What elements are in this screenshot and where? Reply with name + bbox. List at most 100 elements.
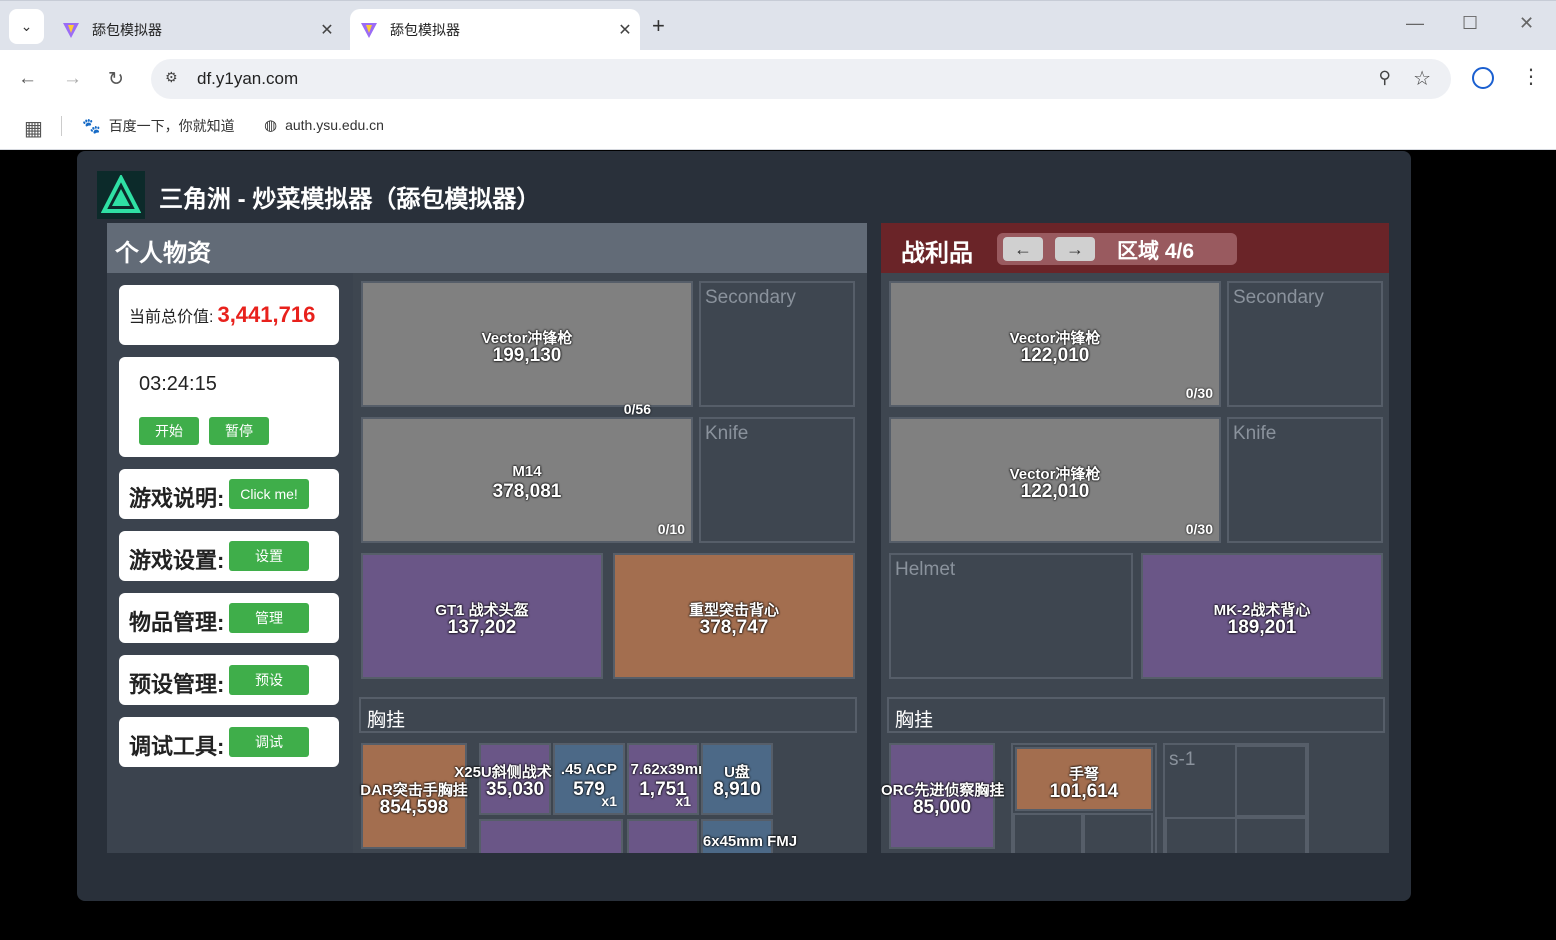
personal-inventory-panel: 个人物资 当前总价值: 3,441,716 03:24:15 开始 暂停 游戏说… <box>107 223 867 853</box>
pause-button[interactable]: 暂停 <box>209 417 269 445</box>
window-close-icon[interactable]: ✕ <box>1519 13 1534 34</box>
site-info-icon[interactable]: ⚙ <box>165 69 178 86</box>
menu-dots-icon[interactable]: ⋮ <box>1521 64 1541 89</box>
close-icon[interactable]: ✕ <box>312 20 342 40</box>
func-label: 调试工具: <box>129 734 225 759</box>
secondary-slot[interactable]: Secondary <box>1227 281 1383 407</box>
grid-cell[interactable] <box>1235 745 1307 817</box>
bookmark-baidu[interactable]: 🐾 百度一下，你就知道 <box>82 116 235 136</box>
start-button[interactable]: 开始 <box>139 417 199 445</box>
panel-header: 战利品 ← → 区域 4/6 <box>881 223 1389 273</box>
primary-weapon-2-slot[interactable]: Vector冲锋枪 122,010 0/30 <box>889 417 1221 543</box>
preset-manage-card: 预设管理: 预设 <box>119 655 339 705</box>
helmet-slot[interactable]: GT1 战术头盔 137,202 <box>361 553 603 679</box>
new-tab-button[interactable]: + <box>652 13 665 39</box>
knife-slot[interactable]: Knife <box>1227 417 1383 543</box>
app-container: 三角洲 - 炒菜模拟器（舔包模拟器） 个人物资 当前总价值: 3,441,716… <box>77 151 1411 901</box>
tab-title: 舔包模拟器 <box>92 22 162 38</box>
bookmark-auth[interactable]: ◍ auth.ysu.edu.cn <box>264 116 384 134</box>
slot-placeholder: Knife <box>1233 423 1277 444</box>
container-s-1: s-1 <box>1163 743 1309 853</box>
preset-button[interactable]: 预设 <box>229 665 309 695</box>
game-help-card: 游戏说明: Click me! <box>119 469 339 519</box>
forward-arrow-icon[interactable]: → <box>63 68 82 90</box>
equipment-grid: Vector冲锋枪 199,130 0/56 Secondary M14 378… <box>353 273 867 853</box>
slot-placeholder: Helmet <box>895 559 956 580</box>
back-arrow-icon[interactable]: ← <box>18 68 37 90</box>
grid-cell[interactable] <box>1235 817 1307 853</box>
inventory-item[interactable]: U盘 8,910 <box>701 743 773 815</box>
settings-button[interactable]: 设置 <box>229 541 309 571</box>
triangle-logo-icon <box>101 175 141 213</box>
close-icon[interactable]: ✕ <box>610 20 640 40</box>
helmet-slot[interactable]: Helmet <box>889 553 1133 679</box>
tab-search-button[interactable]: ⌄ <box>9 9 44 44</box>
bookmark-star-icon[interactable]: ☆ <box>1413 66 1431 91</box>
timer-card: 03:24:15 开始 暂停 <box>119 357 339 457</box>
primary-weapon-2-slot[interactable]: M14 378,081 0/10 <box>361 417 693 543</box>
chest-rig-section: 胸挂 <box>887 697 1385 733</box>
func-label: 游戏设置: <box>129 548 225 573</box>
minimize-icon[interactable]: — <box>1406 13 1424 34</box>
zoom-icon[interactable]: ⚲ <box>1379 68 1391 88</box>
inventory-item[interactable]: .45 ACP 579 x1 <box>553 743 625 815</box>
apps-grid-icon[interactable]: ▦ <box>24 116 43 141</box>
primary-weapon-slot[interactable]: Vector冲锋枪 122,010 0/30 <box>889 281 1221 407</box>
item-value: 199,130 <box>492 345 562 366</box>
grid-cell[interactable] <box>1013 813 1083 853</box>
url-text[interactable]: df.y1yan.com <box>197 69 298 89</box>
crossbow-item[interactable]: 手弩 101,614 <box>1015 747 1153 811</box>
secondary-slot[interactable]: Secondary <box>699 281 855 407</box>
slot-placeholder: Secondary <box>1233 287 1324 308</box>
prev-region-button[interactable]: ← <box>1003 237 1043 261</box>
total-value-card: 当前总价值: 3,441,716 <box>119 285 339 345</box>
browser-tab-active[interactable]: 舔包模拟器 ✕ <box>350 9 640 51</box>
armor-slot[interactable]: 重型突击背心 378,747 <box>613 553 855 679</box>
grid-cell[interactable] <box>1165 817 1237 853</box>
inventory-item[interactable]: 7.62x39mm 1,751 x1 <box>627 743 711 815</box>
browser-toolbar: ← → ↻ ⚙ df.y1yan.com ⚲ ☆ ⋮ <box>0 50 1556 108</box>
inventory-item[interactable]: 6x45mm FMJ <box>701 819 797 853</box>
item-name: 6x45mm FMJ <box>702 833 798 850</box>
knife-slot[interactable]: Knife <box>699 417 855 543</box>
section-label: 胸挂 <box>367 710 406 731</box>
chest-rig-slot[interactable]: DAR突击手胸挂 854,598 <box>360 743 468 849</box>
profile-icon[interactable] <box>1472 67 1494 89</box>
armor-slot[interactable]: MK-2战术背心 189,201 <box>1141 553 1383 679</box>
item-value: 85,000 <box>912 797 972 818</box>
browser-tab-bar: ⌄ 舔包模拟器 ✕ 舔包模拟器 ✕ + — ☐ ✕ <box>0 0 1556 51</box>
crossbow-container: 手弩 101,614 <box>1011 743 1157 853</box>
item-name: .45 ACP <box>560 761 618 778</box>
chest-rig-section: 胸挂 <box>359 697 857 733</box>
reload-icon[interactable]: ↻ <box>108 68 124 91</box>
item-value: 101,614 <box>1049 781 1119 802</box>
bookmark-label: auth.ysu.edu.cn <box>285 117 384 133</box>
panel-header: 个人物资 <box>107 223 867 273</box>
manage-button[interactable]: 管理 <box>229 603 309 633</box>
maximize-icon[interactable]: ☐ <box>1462 13 1478 34</box>
inventory-item[interactable] <box>627 819 699 853</box>
baidu-paw-icon: 🐾 <box>82 118 101 135</box>
debug-tools-card: 调试工具: 调试 <box>119 717 339 767</box>
func-label: 游戏说明: <box>129 486 225 511</box>
timer-display: 03:24:15 <box>139 373 217 395</box>
next-region-button[interactable]: → <box>1055 237 1095 261</box>
tab-title: 舔包模拟器 <box>390 22 460 38</box>
browser-tab[interactable]: 舔包模拟器 ✕ <box>52 9 342 51</box>
divider <box>61 116 62 136</box>
globe-icon: ◍ <box>264 117 278 134</box>
chest-rig-slot[interactable]: ORC先进侦察胸挂 85,000 <box>881 743 1004 849</box>
address-bar[interactable]: ⚙ df.y1yan.com ⚲ ☆ <box>151 59 1451 99</box>
loot-grid: Vector冲锋枪 122,010 0/30 Secondary Vector冲… <box>881 273 1389 853</box>
item-value: 137,202 <box>447 617 517 638</box>
item-value: 378,747 <box>699 617 769 638</box>
ammo-count: 0/56 <box>623 401 651 417</box>
slot-placeholder: s-1 <box>1169 749 1196 770</box>
help-button[interactable]: Click me! <box>229 479 309 509</box>
item-value: 854,598 <box>379 797 449 818</box>
primary-weapon-slot[interactable]: Vector冲锋枪 199,130 0/56 <box>361 281 693 417</box>
inventory-item[interactable]: X25U斜侧战术 35,030 <box>454 743 552 815</box>
debug-button[interactable]: 调试 <box>229 727 309 757</box>
grid-cell[interactable] <box>1083 813 1153 853</box>
inventory-item[interactable] <box>479 819 623 853</box>
